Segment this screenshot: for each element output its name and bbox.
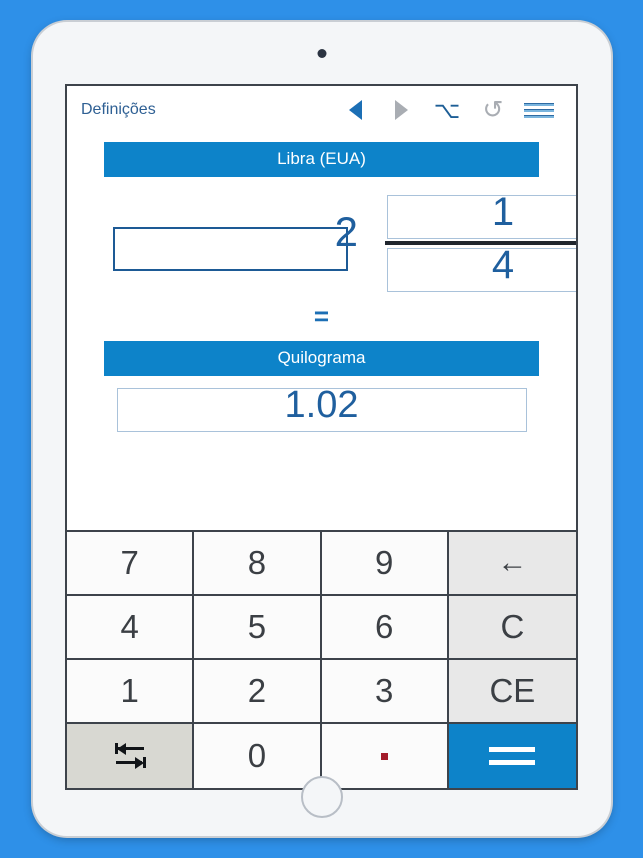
whole-number-value: 2 (334, 208, 358, 255)
tablet-device: Definições ⌥ ↺ Libra (EUA) 2 1 4 = Quilo… (33, 22, 611, 836)
key-clear[interactable]: C (448, 596, 576, 660)
hamburger-menu-icon (524, 102, 554, 118)
menu-button[interactable] (516, 93, 562, 127)
key-label: 7 (120, 544, 139, 581)
key-label: C (500, 608, 525, 645)
key-6[interactable]: 6 (321, 596, 449, 660)
denominator-value: 4 (491, 243, 515, 287)
front-camera-icon (317, 49, 327, 58)
option-icon: ⌥ (433, 96, 461, 123)
key-label: 6 (374, 608, 394, 645)
key-0[interactable]: 0 (194, 724, 322, 788)
from-unit-selector[interactable]: Libra (EUA) (104, 142, 539, 177)
key-8[interactable]: 8 (194, 532, 322, 596)
key-9[interactable]: 9 (321, 532, 449, 596)
settings-button[interactable]: Definições (81, 101, 156, 119)
key-7[interactable]: 7 (67, 532, 195, 596)
back-button[interactable] (332, 93, 378, 127)
input-row: 2 1 4 (67, 190, 576, 297)
key-label: CE (489, 672, 536, 709)
home-button[interactable] (301, 776, 343, 818)
triangle-right-icon (394, 100, 408, 120)
result-field[interactable]: 1.02 (116, 384, 527, 432)
key-label: 3 (374, 672, 394, 709)
key-decimal-point[interactable] (321, 724, 449, 788)
numerator-value: 1 (491, 190, 515, 234)
key-label: ← (497, 546, 528, 579)
equals-icon (489, 747, 536, 765)
key-backspace[interactable]: ← (448, 532, 576, 596)
denominator-input[interactable]: 4 (387, 243, 576, 292)
key-swap-units[interactable] (67, 724, 195, 788)
result-value: 1.02 (284, 384, 359, 426)
key-label: 4 (120, 608, 139, 645)
equals-separator: = (313, 301, 330, 331)
to-unit-selector[interactable]: Quilograma (104, 341, 539, 376)
triangle-left-icon (348, 100, 362, 120)
key-clear-entry[interactable]: CE (448, 660, 576, 724)
decimal-dot-icon (380, 752, 388, 760)
numerator-input[interactable]: 1 (387, 190, 576, 239)
key-4[interactable]: 4 (67, 596, 195, 660)
app-screen: Definições ⌥ ↺ Libra (EUA) 2 1 4 = Quilo… (65, 84, 578, 790)
key-5[interactable]: 5 (194, 596, 322, 660)
key-label: 2 (247, 672, 267, 709)
key-label: 5 (247, 608, 267, 645)
undo-icon: ↺ (482, 95, 504, 124)
forward-button[interactable] (378, 93, 424, 127)
key-label: 1 (120, 672, 139, 709)
key-label: 8 (247, 544, 267, 581)
numeric-keypad: 7 8 9 ← 4 5 6 C 1 2 3 CE 0 (67, 530, 576, 788)
key-label: 0 (247, 737, 267, 774)
key-3[interactable]: 3 (321, 660, 449, 724)
undo-button[interactable]: ↺ (470, 93, 516, 127)
option-button[interactable]: ⌥ (424, 93, 470, 127)
swap-arrows-icon (111, 739, 149, 773)
fraction-input-group: 1 4 (385, 190, 576, 292)
app-toolbar: Definições ⌥ ↺ (67, 86, 576, 134)
key-1[interactable]: 1 (67, 660, 195, 724)
key-2[interactable]: 2 (194, 660, 322, 724)
key-label: 9 (374, 544, 394, 581)
key-equals[interactable] (448, 724, 576, 788)
